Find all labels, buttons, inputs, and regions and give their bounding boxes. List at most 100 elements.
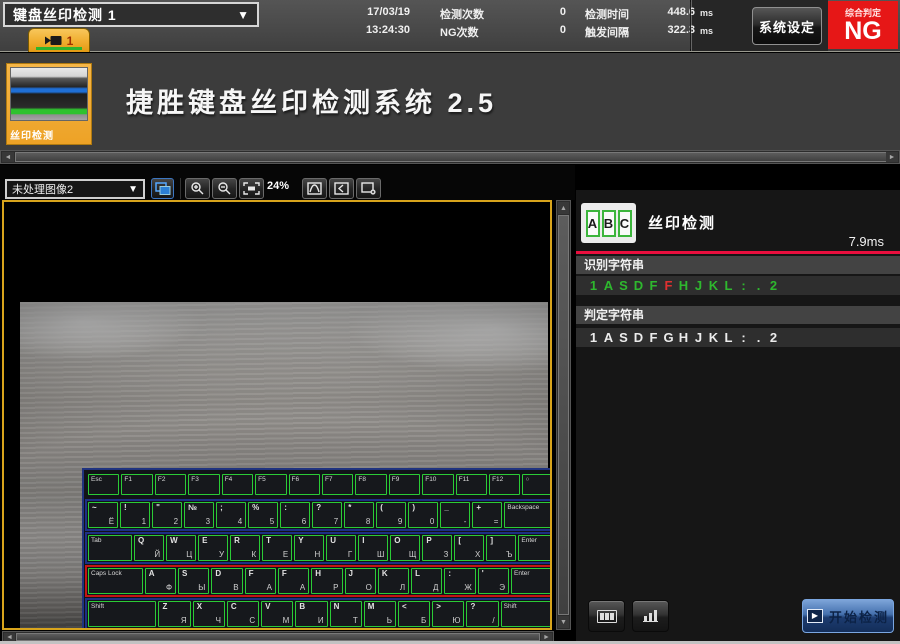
key-legend: Tab	[91, 537, 129, 545]
key-legend-latin: L	[415, 569, 420, 579]
scene-thumbnail-image	[10, 67, 88, 121]
kb-key: :Ж	[444, 568, 475, 594]
judged-char: L	[721, 330, 736, 345]
scroll-down-icon[interactable]: ▼	[558, 616, 569, 628]
key-legend-cyrillic: Р	[333, 583, 338, 593]
kb-key: F5	[255, 474, 286, 495]
key-legend-cyrillic: Д	[433, 583, 438, 593]
kb-key: (9	[376, 502, 406, 528]
judged-char: :	[736, 330, 751, 345]
key-legend-cyrillic: В	[233, 583, 238, 593]
stat-value-ng-count: 0	[508, 24, 566, 36]
image-vertical-scrollbar[interactable]: ▲ ▼	[556, 200, 571, 630]
key-legend: Caps Lock	[91, 570, 140, 578]
key-legend-latin: N	[334, 602, 340, 612]
previous-image-button[interactable]	[329, 178, 354, 199]
image-selector-dropdown[interactable]: 未处理图像2 ▼	[5, 179, 145, 199]
kb-key: F8	[355, 474, 386, 495]
camera-tab-1[interactable]: 1	[28, 28, 90, 52]
key-legend: Shift	[91, 603, 153, 611]
kb-key: AФ	[145, 568, 176, 594]
key-legend-cyrillic: Ю	[452, 616, 460, 626]
key-legend-latin: A	[149, 569, 155, 579]
start-inspection-button[interactable]: ▶ 开始检测	[802, 599, 894, 633]
key-legend: F9	[392, 476, 417, 484]
key-legend-latin: :	[284, 503, 287, 513]
recognized-char-ok: A	[601, 278, 616, 293]
image-settings-button[interactable]	[356, 178, 381, 199]
scrollbar-thumb[interactable]	[16, 633, 540, 641]
kb-key: VМ	[261, 601, 293, 627]
kb-key: F6	[289, 474, 320, 495]
scroll-left-icon[interactable]: ◄	[2, 152, 14, 162]
statistics-button[interactable]	[632, 600, 669, 632]
key-legend-cyrillic: 0	[430, 517, 434, 527]
key-legend-cyrillic: 7	[334, 517, 338, 527]
key-legend-cyrillic: 8	[366, 517, 370, 527]
overall-judgment-value: NG	[844, 19, 882, 44]
kb-key: %5	[248, 502, 278, 528]
kb-key: F3	[188, 474, 219, 495]
key-legend-cyrillic: И	[318, 616, 324, 626]
panel-divider-line	[576, 251, 900, 254]
judged-char: J	[691, 330, 706, 345]
recognized-char-ok: S	[616, 278, 631, 293]
key-legend-cyrillic: А	[300, 583, 305, 593]
key-legend-latin: *	[348, 503, 351, 513]
ocr-letter-c: C	[618, 210, 632, 237]
scene-thumbnail-card[interactable]: 丝印检测	[6, 63, 92, 145]
key-legend: Shift	[504, 603, 551, 611]
stat-value-trigger-interval: 322.3	[630, 24, 695, 36]
key-legend-cyrillic: Н	[314, 550, 320, 560]
scrollbar-thumb[interactable]	[558, 215, 569, 615]
key-legend-latin: )	[412, 503, 415, 513]
scroll-left-icon[interactable]: ◄	[4, 633, 15, 641]
fit-to-screen-button[interactable]	[239, 178, 264, 199]
key-legend-latin: "	[156, 503, 160, 513]
kb-key: KЛ	[378, 568, 409, 594]
stat-value-inspection-count: 0	[508, 6, 566, 18]
scroll-up-icon[interactable]: ▲	[558, 202, 569, 214]
zoom-in-button[interactable]	[185, 178, 210, 199]
kb-key: LД	[411, 568, 442, 594]
scene-list-scrollbar[interactable]: ◄ ►	[0, 150, 900, 164]
image-viewport[interactable]: EscF1F2F3F4F5F6F7F8F9F10F11F12○~Ё!1"2№3;…	[2, 200, 552, 630]
date-value: 17/03/19	[330, 6, 410, 18]
recognized-char-ok: .	[751, 278, 766, 293]
kb-key: Backspace	[504, 502, 552, 528]
key-legend-cyrillic: Ф	[166, 583, 172, 593]
key-legend: F8	[358, 476, 383, 484]
profile-view-button[interactable]	[302, 178, 327, 199]
system-settings-button[interactable]: 系统设定	[752, 7, 822, 45]
judged-char: 1	[586, 330, 601, 345]
scroll-right-icon[interactable]: ►	[541, 633, 552, 641]
kb-key: F9	[389, 474, 420, 495]
zoom-out-icon	[217, 181, 232, 196]
overall-judgment-badge: 综合判定 NG	[828, 1, 898, 49]
key-legend: F1	[124, 476, 149, 484]
top-bar: 键盘丝印检测 1 ▼ 1 17/03/19 13:24:30 检测次数 0 NG…	[0, 0, 900, 52]
key-legend-cyrillic: Ш	[377, 550, 384, 560]
key-legend: Enter	[521, 537, 551, 545]
kb-key: BИ	[295, 601, 327, 627]
scroll-right-icon[interactable]: ►	[886, 152, 898, 162]
kb-key: ZЯ	[158, 601, 190, 627]
cascade-windows-icon	[155, 182, 171, 196]
home-row: Caps LockAФSЫDВFАFАHРJОKЛLД:Ж'ЭEnter	[85, 565, 552, 597]
key-legend-latin: Y	[298, 536, 303, 546]
key-legend-cyrillic: Т	[353, 616, 358, 626]
camera-tab-active-indicator	[36, 47, 82, 50]
key-legend-latin: :	[448, 569, 451, 579]
program-selector-dropdown[interactable]: 键盘丝印检测 1 ▼	[3, 2, 259, 27]
kb-key: Shift	[501, 601, 552, 627]
key-list-button[interactable]	[588, 600, 625, 632]
zoom-out-button[interactable]	[212, 178, 237, 199]
display-layout-button[interactable]	[151, 178, 174, 199]
inspection-result-panel: A B C 丝印检测 7.9ms 识别字符串 1ASDFFHJKL:.2 判定字…	[576, 190, 900, 644]
key-legend: F7	[325, 476, 350, 484]
scrollbar-thumb[interactable]	[15, 152, 887, 162]
kb-key: F11	[456, 474, 487, 495]
kb-key: <Б	[398, 601, 430, 627]
key-legend: F6	[292, 476, 317, 484]
key-legend-latin: W	[170, 536, 178, 546]
